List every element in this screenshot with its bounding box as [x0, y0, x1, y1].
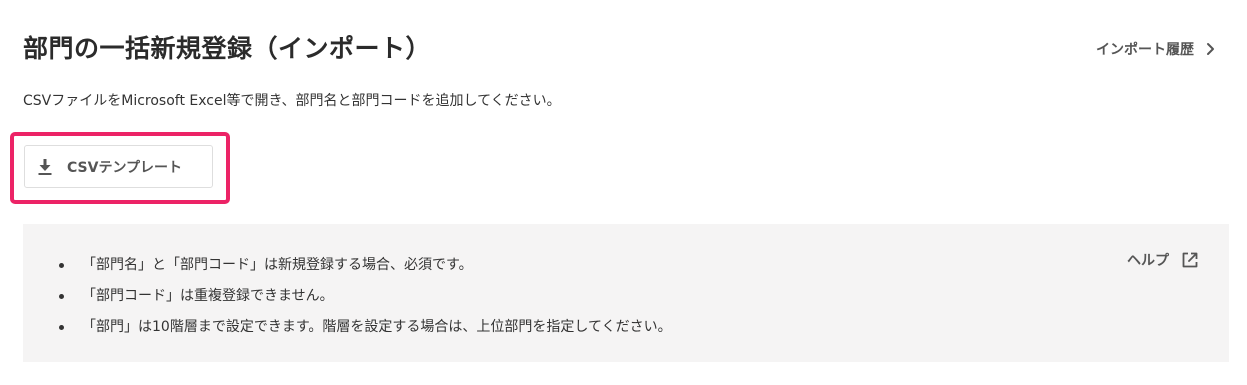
note-text: 「部門コード」は重複登録できません。 [82, 288, 334, 304]
bullet-icon [59, 325, 64, 330]
notes-list: 「部門名」と「部門コード」は新規登録する場合、必須です。 「部門コード」は重複登… [59, 250, 672, 343]
note-item: 「部門名」と「部門コード」は新規登録する場合、必須です。 [59, 250, 672, 281]
page-title: 部門の一括新規登録（インポート） [23, 34, 432, 63]
note-item: 「部門コード」は重複登録できません。 [59, 281, 672, 312]
csv-template-label: CSVテンプレート [67, 159, 183, 176]
csv-template-download-button[interactable]: CSVテンプレート [24, 145, 213, 188]
bullet-icon [59, 263, 64, 268]
import-history-link[interactable]: インポート履歴 [1096, 38, 1215, 60]
note-item: 「部門」は10階層まで設定できます。階層を設定する場合は、上位部門を指定してくだ… [59, 312, 672, 343]
chevron-right-icon [1206, 42, 1215, 56]
info-panel: 「部門名」と「部門コード」は新規登録する場合、必須です。 「部門コード」は重複登… [23, 224, 1229, 362]
bullet-icon [59, 294, 64, 299]
note-text: 「部門」は10階層まで設定できます。階層を設定する場合は、上位部門を指定してくだ… [82, 319, 672, 335]
download-icon [37, 158, 53, 176]
external-link-icon [1181, 251, 1199, 269]
import-history-label: インポート履歴 [1096, 42, 1194, 58]
page-description: CSVファイルをMicrosoft Excel等で開き、部門名と部門コードを追加… [23, 93, 561, 109]
help-label: ヘルプ [1127, 253, 1169, 269]
help-link[interactable]: ヘルプ [1127, 250, 1199, 270]
note-text: 「部門名」と「部門コード」は新規登録する場合、必須です。 [82, 257, 473, 273]
